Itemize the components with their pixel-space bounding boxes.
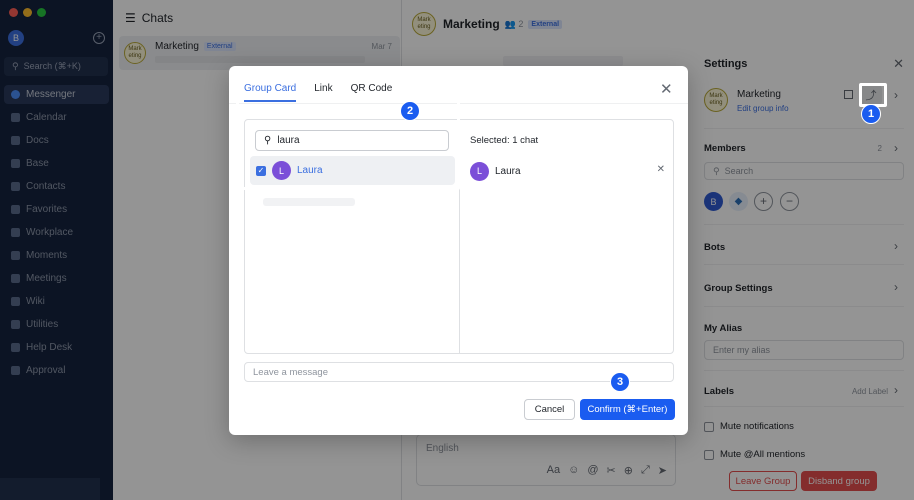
picker-selected-pane: Selected: 1 chat L Laura ✕ xyxy=(461,120,674,353)
blurred-result xyxy=(263,198,355,206)
close-icon[interactable]: ✕ xyxy=(660,80,673,98)
cancel-button[interactable]: Cancel xyxy=(524,399,575,420)
selected-count-label: Selected: 1 chat xyxy=(470,135,539,146)
selected-name: Laura xyxy=(495,165,521,177)
user-avatar: L xyxy=(470,161,489,181)
step-badge-3: 3 xyxy=(610,372,630,392)
step-badge-1: 1 xyxy=(861,104,881,124)
highlight-search-area xyxy=(236,78,460,190)
highlight-confirm-button xyxy=(576,396,679,424)
remove-selected-icon[interactable]: ✕ xyxy=(657,164,665,175)
selected-item: L Laura ✕ xyxy=(470,160,665,182)
step-badge-2: 2 xyxy=(400,101,420,121)
